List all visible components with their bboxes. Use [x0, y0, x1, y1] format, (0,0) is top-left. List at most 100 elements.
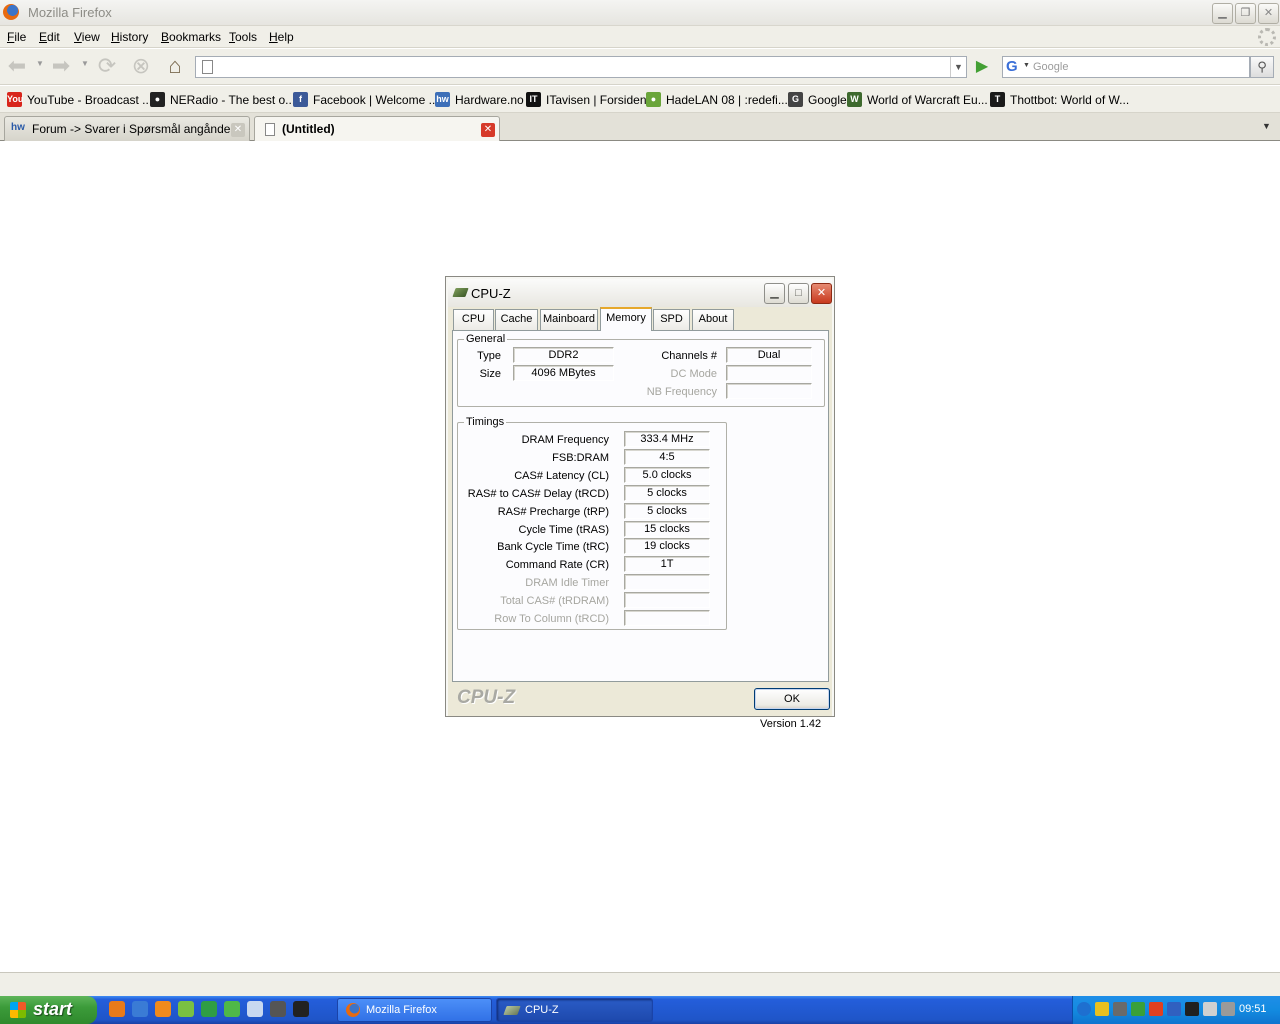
url-bar[interactable]: ▼: [195, 56, 967, 78]
taskbar-cpuz[interactable]: CPU-Z: [496, 998, 653, 1022]
menu-history[interactable]: History: [111, 30, 148, 44]
cpuz-brand-logo: CPU-Z: [457, 687, 516, 708]
forward-history-dropdown[interactable]: ▼: [81, 59, 89, 68]
tray-temp-icon[interactable]: [1131, 1002, 1145, 1016]
menu-bookmarks[interactable]: Bookmarks: [161, 30, 221, 44]
menu-label: ookmarks: [169, 30, 222, 44]
throbber-icon: [1258, 28, 1276, 46]
tray-expand-icon[interactable]: [1077, 1002, 1091, 1016]
shield-app-icon[interactable]: [270, 1001, 286, 1017]
tray-flag-icon[interactable]: [1149, 1002, 1163, 1016]
tab-memory[interactable]: Memory: [600, 307, 652, 331]
neradio-icon: ●: [150, 92, 165, 107]
start-label: start: [33, 999, 73, 1019]
maximize-button[interactable]: ❐: [1235, 3, 1256, 24]
media-player-icon[interactable]: [132, 1001, 148, 1017]
reload-button[interactable]: ⟳: [94, 54, 120, 80]
close-tab-icon[interactable]: ✕: [481, 123, 495, 137]
steam-icon[interactable]: [293, 1001, 309, 1017]
back-button[interactable]: ⬅: [4, 54, 30, 80]
type-field: DDR2: [513, 347, 614, 363]
tab-spd[interactable]: SPD: [653, 309, 690, 330]
timing-value-field: [624, 592, 710, 609]
tab-mainboard[interactable]: Mainboard: [540, 309, 598, 330]
close-button[interactable]: ✕: [811, 283, 832, 304]
itavisen-icon: IT: [526, 92, 541, 107]
ok-button[interactable]: OK: [754, 688, 830, 710]
blank-page-icon: [265, 123, 275, 136]
network-icon[interactable]: [247, 1001, 263, 1017]
firefox-icon[interactable]: [109, 1001, 125, 1017]
bookmark-label: Facebook | Welcome ...: [313, 92, 439, 107]
youtube-icon: You: [7, 92, 23, 107]
bookmark-item[interactable]: IT ITavisen | Forsiden: [526, 92, 647, 107]
bookmark-item[interactable]: ● HadeLAN 08 | :redefi...: [646, 92, 788, 107]
tab-list-dropdown[interactable]: ▼: [1262, 121, 1271, 131]
bookmark-item[interactable]: G Google: [788, 92, 847, 107]
volume-icon[interactable]: [1203, 1002, 1217, 1016]
tray-misc-icon[interactable]: [1221, 1002, 1235, 1016]
firefox-icon: [3, 4, 19, 20]
security-shield-icon[interactable]: [1095, 1002, 1109, 1016]
menu-view[interactable]: View: [74, 30, 100, 44]
firefox-titlebar[interactable]: Mozilla Firefox ▁ ❐ ✕: [0, 0, 1280, 26]
dc-mode-field: [726, 365, 812, 381]
cpuz-title: CPU-Z: [471, 286, 511, 301]
search-engine-selector[interactable]: G ▼: [1002, 56, 1032, 78]
start-button[interactable]: start: [0, 996, 97, 1024]
menu-file[interactable]: File: [7, 30, 26, 44]
menu-tools[interactable]: Tools: [229, 30, 257, 44]
bookmark-item[interactable]: You YouTube - Broadcast ...: [7, 92, 152, 107]
green-app-icon[interactable]: [178, 1001, 194, 1017]
bookmark-item[interactable]: f Facebook | Welcome ...: [293, 92, 439, 107]
minimize-button[interactable]: ▁: [764, 283, 785, 304]
taskbar-firefox[interactable]: Mozilla Firefox: [337, 998, 492, 1022]
maximize-button[interactable]: □: [788, 283, 809, 304]
stop-button[interactable]: ⊗: [128, 54, 154, 80]
menu-help[interactable]: Help: [269, 30, 294, 44]
timing-label: CAS# Latency (CL): [514, 469, 609, 482]
menu-edit[interactable]: Edit: [39, 30, 60, 44]
general-legend: General: [466, 333, 506, 345]
tray-shield-icon[interactable]: [1167, 1002, 1181, 1016]
bookmark-item[interactable]: T Thottbot: World of W...: [990, 92, 1129, 107]
close-tab-icon[interactable]: ✕: [231, 123, 245, 137]
vlc-icon[interactable]: [155, 1001, 171, 1017]
forward-button[interactable]: ➡: [48, 54, 74, 80]
system-tray: 09:51: [1072, 996, 1280, 1024]
back-history-dropdown[interactable]: ▼: [36, 59, 44, 68]
menu-bar: File Edit View History Bookmarks Tools Help: [0, 26, 1280, 48]
menu-label: istory: [119, 30, 149, 44]
tab-cache[interactable]: Cache: [495, 309, 538, 330]
tab-untitled[interactable]: (Untitled) ✕: [254, 116, 500, 142]
refresh-app-icon[interactable]: [201, 1001, 217, 1017]
bookmark-label: HadeLAN 08 | :redefi...: [666, 92, 788, 107]
close-button[interactable]: ✕: [1258, 3, 1279, 24]
bookmark-item[interactable]: hw Hardware.no: [435, 92, 524, 107]
dc-mode-label: DC Mode: [670, 368, 717, 380]
memory-panel: General Type DDR2 Size 4096 MBytes Chann…: [452, 330, 829, 730]
tray-monitor-icon[interactable]: [1185, 1002, 1199, 1016]
bookmarks-toolbar: You YouTube - Broadcast ... ● NERadio - The…: [0, 86, 1280, 113]
timing-value-field: 19 clocks: [624, 538, 710, 555]
home-button[interactable]: ⌂: [162, 54, 188, 80]
tray-app-icon[interactable]: [1113, 1002, 1127, 1016]
search-input[interactable]: [1031, 56, 1250, 78]
url-history-dropdown[interactable]: ▼: [950, 57, 966, 77]
tab-cpu[interactable]: CPU: [453, 309, 494, 330]
search-button[interactable]: ⚲: [1250, 56, 1274, 78]
tab-forum[interactable]: hw Forum -> Svarer i Spørsmål angånde ..…: [4, 116, 250, 141]
go-button[interactable]: ▶: [972, 58, 992, 78]
nb-frequency-field: [726, 383, 812, 399]
tab-about[interactable]: About: [692, 309, 734, 330]
bookmark-item[interactable]: W World of Warcraft Eu...: [847, 92, 988, 107]
timings-legend: Timings: [466, 416, 505, 428]
type-label: Type: [477, 350, 501, 362]
menu-label: dit: [47, 30, 60, 44]
size-field: 4096 MBytes: [513, 365, 614, 381]
msn-icon[interactable]: [224, 1001, 240, 1017]
bookmark-item[interactable]: ● NERadio - The best o...: [150, 92, 295, 107]
minimize-button[interactable]: ▁: [1212, 3, 1233, 24]
cpuz-footer: CPU-Z OK: [448, 683, 832, 716]
cpuz-titlebar[interactable]: CPU-Z ▁ □ ✕: [448, 279, 832, 307]
